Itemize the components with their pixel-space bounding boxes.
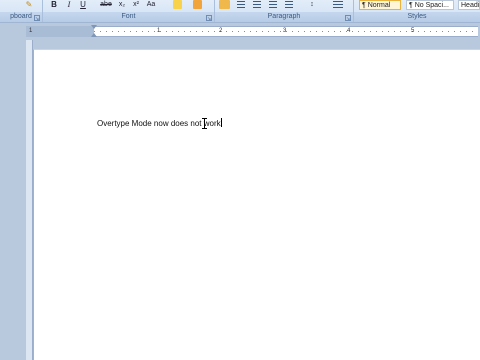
ruler-number: 1 (157, 28, 161, 34)
ibeam-cursor-icon (202, 118, 207, 129)
clipboard-launcher-icon[interactable]: ↘ (34, 15, 40, 22)
hanging-indent-marker[interactable] (91, 33, 97, 37)
horizontal-ruler[interactable]: 1 1 2 3 4 5 (0, 23, 480, 39)
word-window: ✎ pboard ↘ B I U abe x₂ x² Aa Font ↘ ↕ P… (0, 0, 480, 360)
borders-icon[interactable] (333, 1, 343, 8)
styles-group: ¶ Normal ¶ No Spaci... Headi Styles (354, 0, 480, 22)
styles-group-label: Styles (354, 12, 480, 22)
paragraph-group: ↕ Paragraph ↘ (215, 0, 354, 22)
change-case-button[interactable]: Aa (145, 0, 157, 9)
align-right-icon[interactable] (269, 1, 277, 8)
italic-button[interactable]: I (64, 0, 74, 9)
paragraph-launcher-icon[interactable]: ↘ (345, 15, 351, 22)
ruler-number: 5 (411, 28, 415, 34)
clipboard-group: ✎ pboard ↘ (0, 0, 43, 22)
font-color-icon[interactable] (193, 0, 202, 9)
shading-icon[interactable] (219, 0, 230, 9)
ruler-number: 3 (283, 28, 287, 34)
subscript-button[interactable]: x₂ (117, 0, 127, 9)
font-group: B I U abe x₂ x² Aa Font ↘ (43, 0, 215, 22)
ruler-left-margin (26, 26, 94, 37)
highlight-color-icon[interactable] (173, 0, 182, 9)
text-caret (220, 118, 222, 127)
ruler-number: 1 (29, 28, 33, 34)
superscript-button[interactable]: x² (131, 0, 141, 9)
ruler-number: 4 (347, 28, 351, 34)
document-page[interactable]: Overtype Mode now does not work (33, 49, 480, 360)
align-left-icon[interactable] (237, 1, 245, 8)
paragraph-group-label: Paragraph (215, 12, 353, 22)
format-painter-icon[interactable]: ✎ (24, 0, 34, 9)
font-launcher-icon[interactable]: ↘ (206, 15, 212, 22)
justify-icon[interactable] (285, 1, 293, 8)
ruler-number: 2 (219, 28, 223, 34)
style-normal[interactable]: ¶ Normal (359, 0, 401, 10)
center-icon[interactable] (253, 1, 261, 8)
style-heading[interactable]: Headi (458, 0, 480, 10)
underline-button[interactable]: U (78, 0, 88, 9)
ribbon: ✎ pboard ↘ B I U abe x₂ x² Aa Font ↘ ↕ P… (0, 0, 480, 23)
vertical-ruler[interactable] (26, 40, 33, 360)
line-spacing-icon[interactable]: ↕ (307, 0, 317, 9)
strikethrough-button[interactable]: abe (99, 0, 113, 9)
first-line-indent-marker[interactable] (91, 25, 97, 29)
font-group-label: Font (43, 12, 214, 22)
style-no-spacing[interactable]: ¶ No Spaci... (406, 0, 454, 10)
bold-button[interactable]: B (49, 0, 59, 9)
